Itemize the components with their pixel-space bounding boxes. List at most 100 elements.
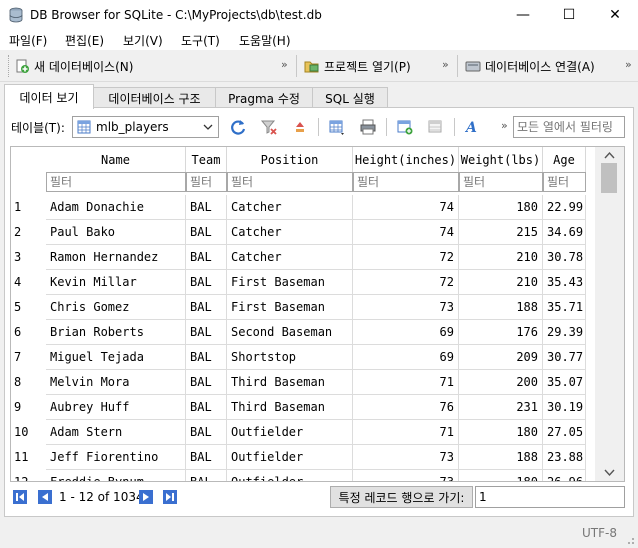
- table-row[interactable]: 6 Brian Roberts BAL Second Baseman 69 176 29.3…: [11, 320, 586, 345]
- cell-height[interactable]: 73: [353, 470, 459, 481]
- cell-weight[interactable]: 188: [459, 445, 543, 470]
- minimize-button[interactable]: —: [500, 0, 546, 30]
- filter-age[interactable]: 필터: [543, 172, 586, 192]
- column-header-height[interactable]: Height(inches): [353, 147, 459, 172]
- cell-name[interactable]: Freddie Bynum: [46, 470, 186, 481]
- cell-name[interactable]: Aubrey Huff: [46, 395, 186, 420]
- cell-age[interactable]: 23.88: [543, 445, 586, 470]
- row-number[interactable]: 11: [11, 445, 46, 470]
- cell-position[interactable]: Third Baseman: [227, 395, 353, 420]
- cell-team[interactable]: BAL: [186, 195, 227, 220]
- row-number[interactable]: 7: [11, 345, 46, 370]
- cell-team[interactable]: BAL: [186, 470, 227, 481]
- cell-position[interactable]: Catcher: [227, 195, 353, 220]
- cell-height[interactable]: 74: [353, 220, 459, 245]
- cell-position[interactable]: Shortstop: [227, 345, 353, 370]
- cell-age[interactable]: 27.05: [543, 420, 586, 445]
- cell-team[interactable]: BAL: [186, 445, 227, 470]
- cell-name[interactable]: Brian Roberts: [46, 320, 186, 345]
- cell-weight[interactable]: 215: [459, 220, 543, 245]
- table-select[interactable]: mlb_players: [72, 116, 219, 138]
- vertical-scrollbar[interactable]: [595, 147, 624, 481]
- column-header-position[interactable]: Position: [227, 147, 353, 172]
- cell-position[interactable]: Catcher: [227, 220, 353, 245]
- column-header-name[interactable]: Name: [46, 147, 186, 172]
- cell-age[interactable]: 30.19: [543, 395, 586, 420]
- filter-position[interactable]: 필터: [227, 172, 353, 192]
- save-table-button[interactable]: [326, 116, 348, 138]
- column-header-age[interactable]: Age: [543, 147, 586, 172]
- close-button[interactable]: ✕: [592, 0, 638, 30]
- cell-name[interactable]: Chris Gomez: [46, 295, 186, 320]
- refresh-button[interactable]: [227, 116, 249, 138]
- previous-page-button[interactable]: [36, 488, 54, 506]
- table-row[interactable]: 7 Miguel Tejada BAL Shortstop 69 209 30.77: [11, 345, 586, 370]
- table-toolbar-more[interactable]: »: [501, 119, 508, 132]
- cell-name[interactable]: Melvin Mora: [46, 370, 186, 395]
- filter-team[interactable]: 필터: [186, 172, 227, 192]
- table-row[interactable]: 8 Melvin Mora BAL Third Baseman 71 200 35.07: [11, 370, 586, 395]
- cell-height[interactable]: 73: [353, 295, 459, 320]
- next-page-button[interactable]: [137, 488, 155, 506]
- row-number[interactable]: 5: [11, 295, 46, 320]
- cell-team[interactable]: BAL: [186, 370, 227, 395]
- resize-grip-icon[interactable]: [624, 534, 635, 545]
- cell-height[interactable]: 72: [353, 245, 459, 270]
- cell-age[interactable]: 26.96: [543, 470, 586, 481]
- table-row[interactable]: 2 Paul Bako BAL Catcher 74 215 34.69: [11, 220, 586, 245]
- column-header-team[interactable]: Team: [186, 147, 227, 172]
- cell-height[interactable]: 76: [353, 395, 459, 420]
- open-project-button[interactable]: 프로젝트 열기(P): [304, 55, 411, 77]
- cell-weight[interactable]: 176: [459, 320, 543, 345]
- menu-file[interactable]: 파일(F): [9, 32, 47, 49]
- cell-position[interactable]: First Baseman: [227, 270, 353, 295]
- last-page-button[interactable]: [161, 488, 179, 506]
- cell-age[interactable]: 35.71: [543, 295, 586, 320]
- clear-filters-button[interactable]: [258, 116, 280, 138]
- cell-age[interactable]: 30.77: [543, 345, 586, 370]
- maximize-button[interactable]: ☐: [546, 0, 592, 30]
- menu-tools[interactable]: 도구(T): [181, 32, 220, 49]
- cell-name[interactable]: Jeff Fiorentino: [46, 445, 186, 470]
- table-row[interactable]: 11 Jeff Fiorentino BAL Outfielder 73 188 23.88: [11, 445, 586, 470]
- cell-weight[interactable]: 180: [459, 195, 543, 220]
- cell-weight[interactable]: 200: [459, 370, 543, 395]
- cell-height[interactable]: 73: [353, 445, 459, 470]
- delete-record-button[interactable]: [425, 116, 447, 138]
- cell-name[interactable]: Paul Bako: [46, 220, 186, 245]
- cell-height[interactable]: 71: [353, 420, 459, 445]
- table-row[interactable]: 3 Ramon Hernandez BAL Catcher 72 210 30.78: [11, 245, 586, 270]
- toolbar-more-1[interactable]: »: [281, 58, 288, 71]
- cell-team[interactable]: BAL: [186, 295, 227, 320]
- row-number[interactable]: 4: [11, 270, 46, 295]
- insert-record-button[interactable]: [394, 116, 416, 138]
- table-row[interactable]: 12 Freddie Bynum BAL Outfielder 73 180 26.96: [11, 470, 586, 481]
- cell-height[interactable]: 69: [353, 345, 459, 370]
- cell-team[interactable]: BAL: [186, 420, 227, 445]
- cell-weight[interactable]: 209: [459, 345, 543, 370]
- cell-name[interactable]: Adam Donachie: [46, 195, 186, 220]
- row-number[interactable]: 12: [11, 470, 46, 481]
- cell-team[interactable]: BAL: [186, 220, 227, 245]
- new-database-button[interactable]: 새 데이터베이스(N): [14, 55, 133, 77]
- table-row[interactable]: 10 Adam Stern BAL Outfielder 71 180 27.05: [11, 420, 586, 445]
- table-row[interactable]: 4 Kevin Millar BAL First Baseman 72 210 35.43: [11, 270, 586, 295]
- cell-age[interactable]: 34.69: [543, 220, 586, 245]
- menu-help[interactable]: 도움말(H): [239, 32, 291, 49]
- cell-weight[interactable]: 188: [459, 295, 543, 320]
- text-format-button[interactable]: A: [462, 116, 484, 138]
- menu-view[interactable]: 보기(V): [123, 32, 163, 49]
- cell-weight[interactable]: 180: [459, 470, 543, 481]
- cell-team[interactable]: BAL: [186, 345, 227, 370]
- row-number[interactable]: 1: [11, 195, 46, 220]
- cell-age[interactable]: 35.07: [543, 370, 586, 395]
- table-row[interactable]: 1 Adam Donachie BAL Catcher 74 180 22.99: [11, 195, 586, 220]
- cell-position[interactable]: First Baseman: [227, 295, 353, 320]
- goto-record-input[interactable]: [475, 486, 625, 508]
- row-number[interactable]: 8: [11, 370, 46, 395]
- cell-age[interactable]: 30.78: [543, 245, 586, 270]
- cell-position[interactable]: Third Baseman: [227, 370, 353, 395]
- column-header-weight[interactable]: Weight(lbs): [459, 147, 543, 172]
- cell-name[interactable]: Kevin Millar: [46, 270, 186, 295]
- cell-name[interactable]: Miguel Tejada: [46, 345, 186, 370]
